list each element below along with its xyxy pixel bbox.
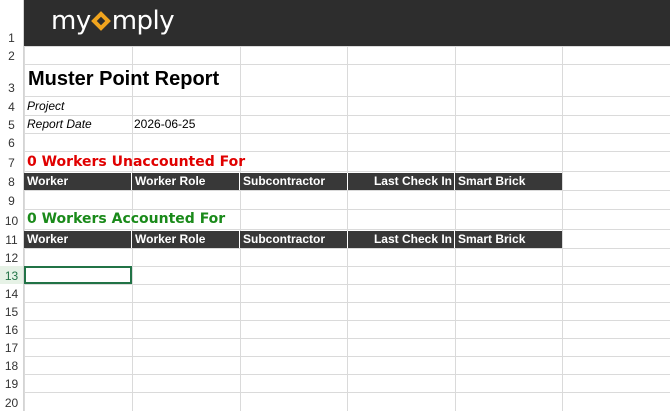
logo-text-suffix: mply (111, 6, 175, 36)
row-header[interactable]: 17 (0, 338, 24, 356)
row-header[interactable]: 15 (0, 302, 24, 320)
col-smart-brick[interactable]: Smart Brick (455, 231, 562, 248)
gridline (0, 284, 670, 285)
gridline (0, 338, 670, 339)
row-header[interactable]: 20 (0, 392, 24, 411)
row-header[interactable]: 14 (0, 284, 24, 302)
gridline (0, 190, 670, 191)
mycomply-logo: my mply (51, 6, 175, 36)
row-header[interactable]: 12 (0, 248, 24, 266)
row-header[interactable]: 1 (0, 0, 24, 46)
col-worker[interactable]: Worker (24, 231, 132, 248)
gridline (0, 392, 670, 393)
col-subcontractor[interactable]: Subcontractor (240, 173, 348, 190)
gridline (0, 320, 670, 321)
row-header[interactable]: 6 (0, 133, 24, 151)
gridline (0, 302, 670, 303)
row-header[interactable]: 18 (0, 356, 24, 374)
row-header[interactable]: 10 (0, 209, 24, 229)
col-worker-role[interactable]: Worker Role (132, 231, 240, 248)
row-header[interactable]: 2 (0, 46, 24, 64)
row-header[interactable]: 5 (0, 115, 24, 133)
gridline (0, 356, 670, 357)
gridline (0, 151, 670, 152)
gridline (0, 46, 670, 47)
col-last-check-in[interactable]: Last Check In (348, 231, 455, 248)
report-date-label[interactable]: Report Date (27, 117, 92, 131)
col-worker-role[interactable]: Worker Role (132, 173, 240, 190)
gridline (0, 248, 670, 249)
spreadsheet-grid[interactable]: 20 19 18 17 16 15 14 13 12 11 10 9 8 7 6 5 4 3 2 1 my mply M… (0, 0, 670, 411)
logo-text-prefix: my (51, 6, 91, 36)
gridline (0, 64, 670, 65)
gridline (0, 209, 670, 210)
row-header[interactable]: 11 (0, 229, 24, 248)
gridline (0, 96, 670, 97)
row-header[interactable]: 19 (0, 374, 24, 392)
row-header[interactable]: 7 (0, 151, 24, 171)
project-label[interactable]: Project (27, 99, 64, 113)
gridline (0, 229, 670, 230)
gridline (0, 171, 670, 172)
unaccounted-table-header: Worker Worker Role Subcontractor Last Ch… (24, 173, 562, 190)
row-header[interactable]: 13 (0, 266, 24, 284)
unaccounted-heading[interactable]: 0 Workers Unaccounted For (27, 154, 245, 170)
selected-cell[interactable] (24, 266, 132, 284)
row-header[interactable]: 3 (0, 64, 24, 96)
gridline (0, 115, 670, 116)
gridline (0, 374, 670, 375)
row-header[interactable]: 8 (0, 171, 24, 190)
col-subcontractor[interactable]: Subcontractor (240, 231, 348, 248)
report-date-value[interactable]: 2026-06-25 (134, 117, 195, 131)
gridline (0, 133, 670, 134)
logo-diamond-icon (90, 11, 111, 31)
row-header[interactable]: 16 (0, 320, 24, 338)
row-header[interactable]: 4 (0, 96, 24, 115)
row-header[interactable]: 9 (0, 190, 24, 209)
col-last-check-in[interactable]: Last Check In (348, 173, 455, 190)
report-title[interactable]: Muster Point Report (28, 68, 219, 91)
accounted-heading[interactable]: 0 Workers Accounted For (27, 211, 225, 227)
logo-banner: my mply (24, 0, 670, 46)
col-worker[interactable]: Worker (24, 173, 132, 190)
col-smart-brick[interactable]: Smart Brick (455, 173, 562, 190)
accounted-table-header: Worker Worker Role Subcontractor Last Ch… (24, 231, 562, 248)
